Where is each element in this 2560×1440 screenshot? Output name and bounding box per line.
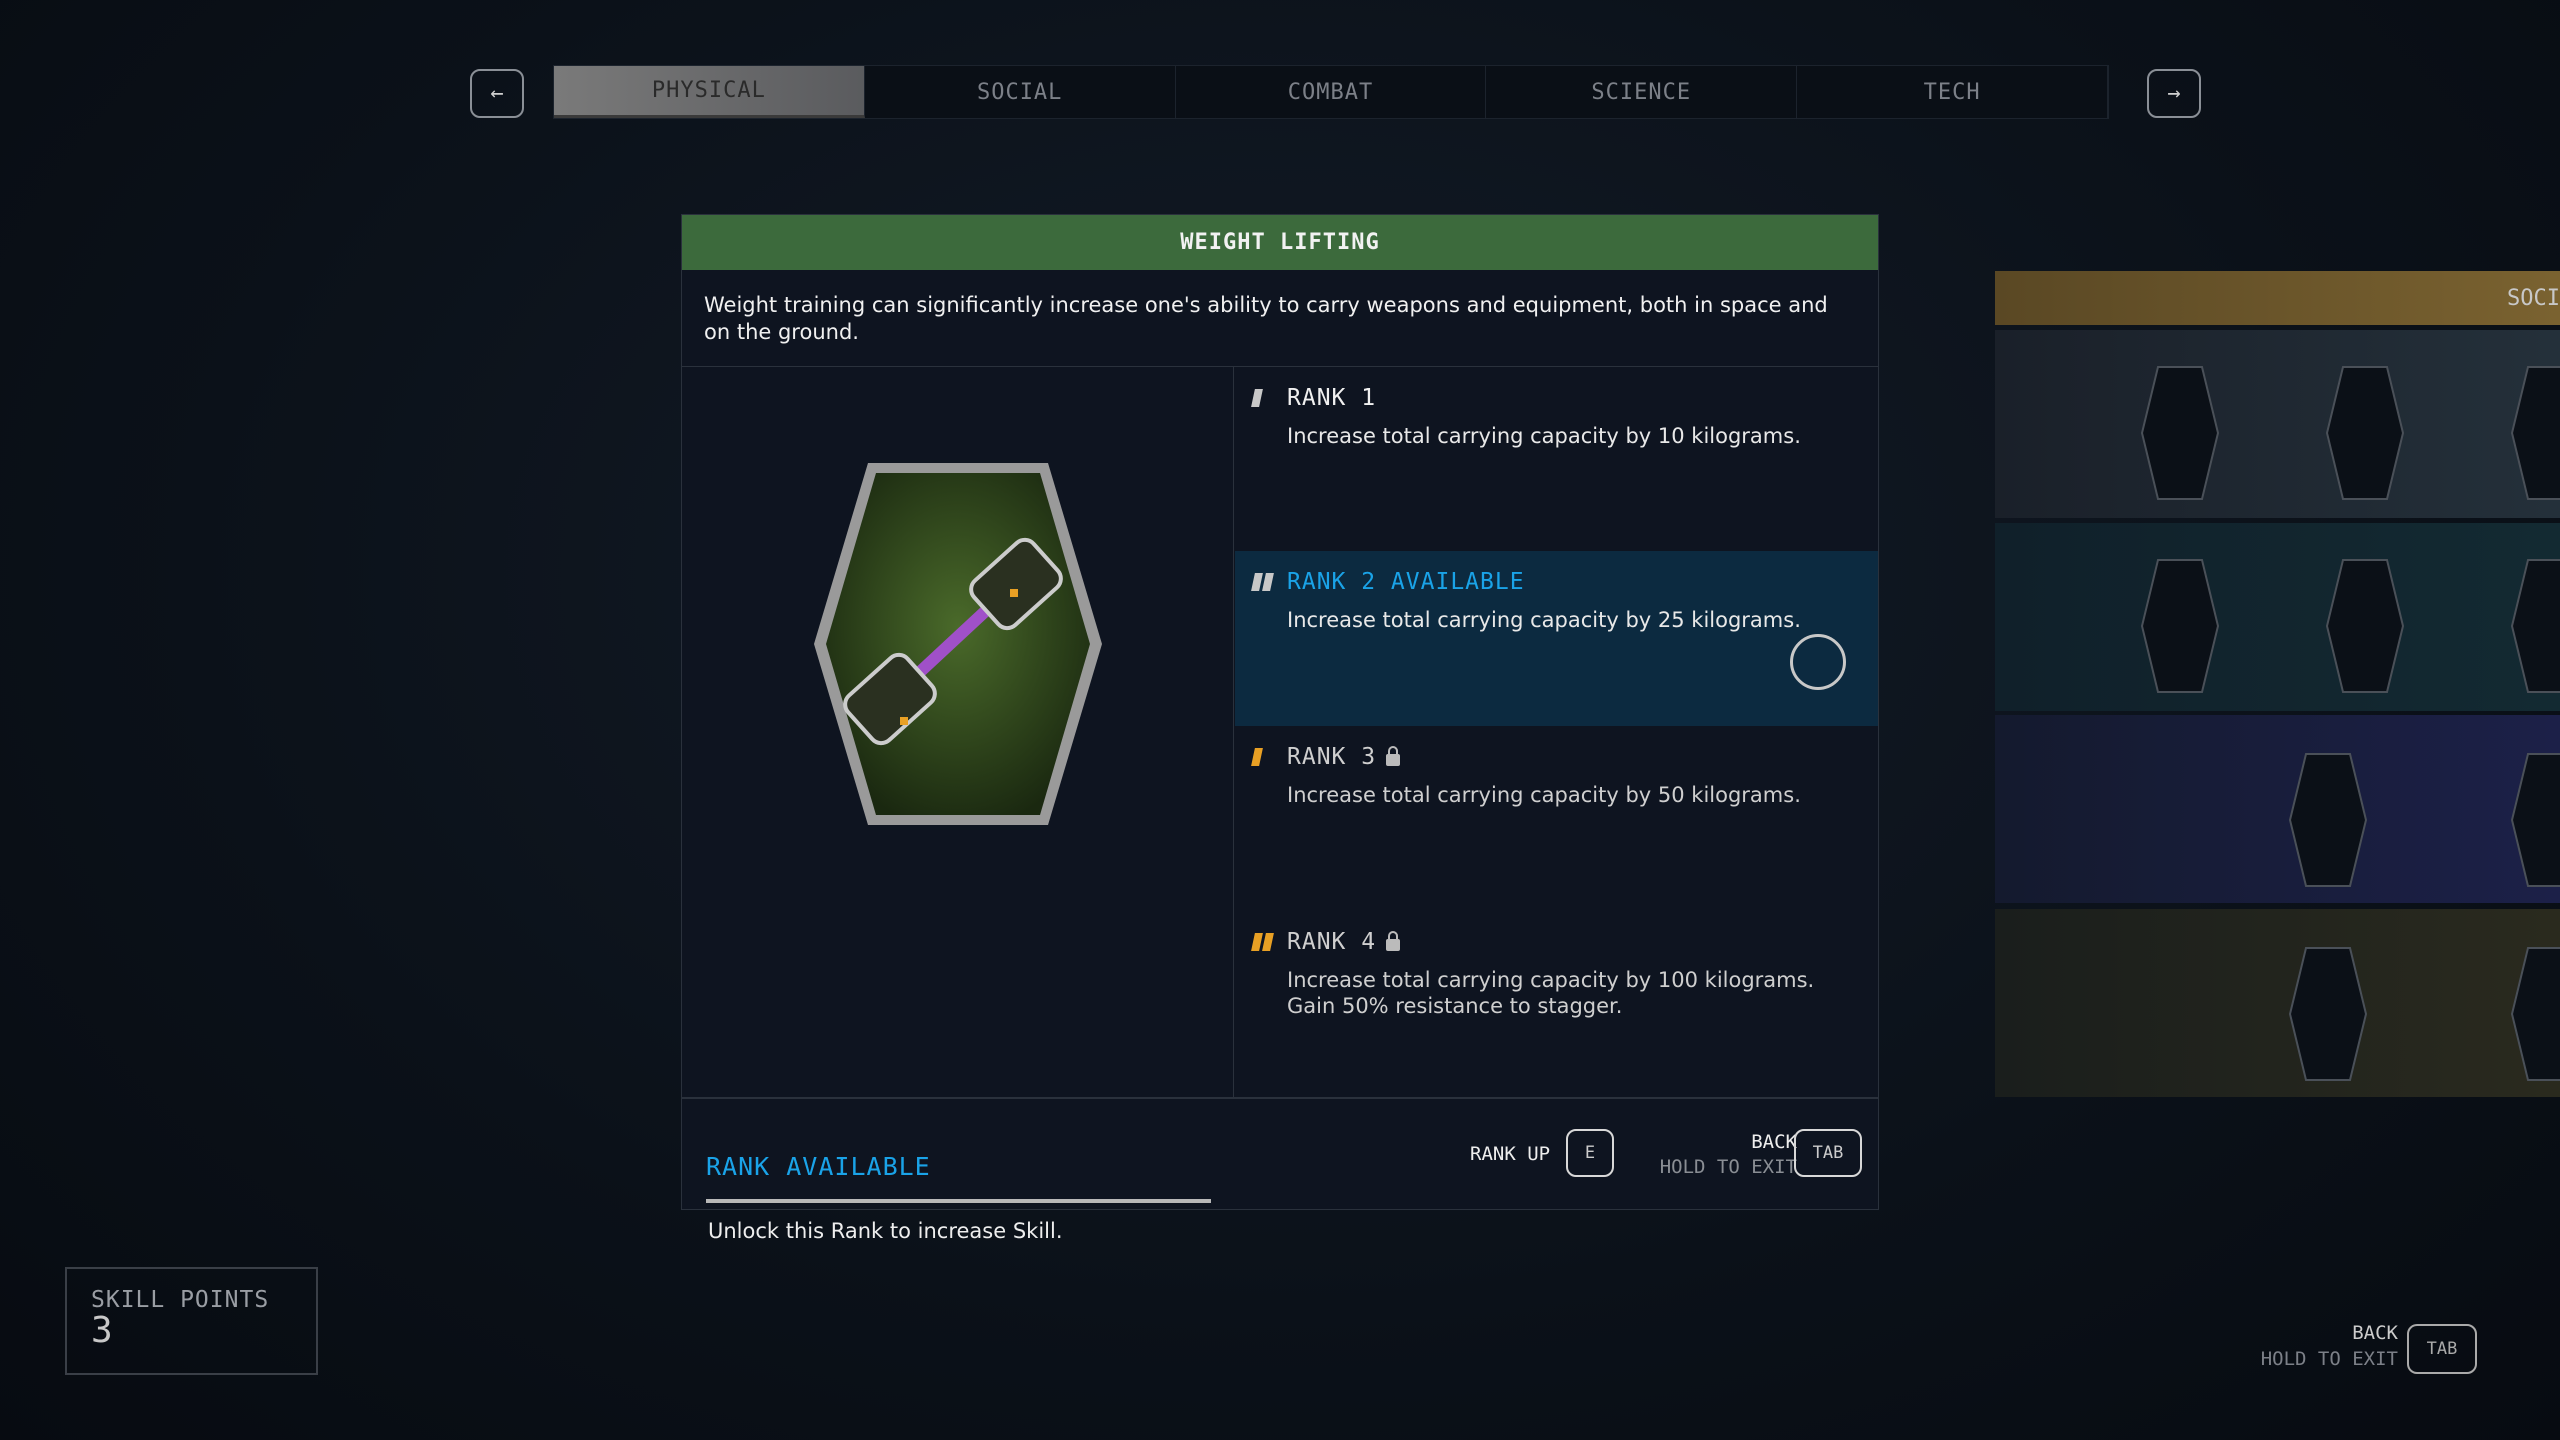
rank-up-label: RANK UP <box>1470 1143 1551 1165</box>
rank-1-row[interactable]: RANK 1 Increase total carrying capacity … <box>1235 367 1878 551</box>
skill-hex-icon <box>2510 947 2560 1081</box>
social-skill-icons <box>2140 366 2560 1081</box>
tab-combat[interactable]: COMBAT <box>1176 66 1487 118</box>
skill-hex-icon <box>2140 559 2220 693</box>
back-label: BACK <box>1751 1131 1797 1153</box>
skill-hex-icon <box>2510 559 2560 693</box>
skill-hex-icon <box>2288 947 2368 1081</box>
next-category-button[interactable]: → <box>2147 69 2201 118</box>
skill-points-box: SKILL POINTS 3 <box>65 1267 318 1375</box>
rank-1-marker-icon <box>1251 389 1263 407</box>
skill-title: WEIGHT LIFTING <box>682 215 1878 270</box>
rank-2-marker-icon <box>1251 573 1274 591</box>
back-key-button[interactable]: TAB <box>1794 1129 1862 1177</box>
rank-4-row[interactable]: RANK 4 Increase total carrying capacity … <box>1235 911 1878 1097</box>
rank-status-hint: Unlock this Rank to increase Skill. <box>708 1219 1063 1243</box>
rank-3-row[interactable]: RANK 3 Increase total carrying capacity … <box>1235 726 1878 911</box>
skill-detail-panel: WEIGHT LIFTING Weight training can signi… <box>681 214 1879 1243</box>
global-back-label: BACK <box>2352 1322 2398 1344</box>
rank-up-key-button[interactable]: E <box>1566 1129 1614 1177</box>
rank-1-title: RANK 1 <box>1287 385 1377 411</box>
previous-category-button[interactable]: ← <box>470 69 524 118</box>
category-tabs: PHYSICAL SOCIAL COMBAT SCIENCE TECH <box>553 65 2109 119</box>
arrow-right-icon: → <box>2167 81 2181 106</box>
skill-hex-icon <box>2288 753 2368 887</box>
rank-2-row[interactable]: RANK 2 AVAILABLE Increase total carrying… <box>1235 551 1878 726</box>
panel-footer: RANK UP E BACK HOLD TO EXIT TAB <box>682 1097 1878 1209</box>
rank-4-text: Increase total carrying capacity by 100 … <box>1287 968 1815 992</box>
rank-4-text-2: Gain 50% resistance to stagger. <box>1287 994 1623 1018</box>
global-back-key-button[interactable]: TAB <box>2407 1324 2477 1374</box>
social-skill-tree-preview[interactable]: SOCI <box>1995 271 2560 1098</box>
skill-badge-column: RANK AVAILABLE Unlock this Rank to incre… <box>682 367 1234 1243</box>
skill-hex-icon <box>2325 559 2405 693</box>
arrow-left-icon: ← <box>490 81 504 106</box>
rank-3-text: Increase total carrying capacity by 50 k… <box>1287 783 1801 807</box>
skill-hex-icon <box>2140 366 2220 500</box>
rank-4-title: RANK 4 <box>1287 929 1377 955</box>
skill-hex-icon <box>2510 753 2560 887</box>
lock-icon <box>1386 931 1401 951</box>
hold-to-exit-label: HOLD TO EXIT <box>1659 1156 1797 1178</box>
rank-4-marker-icon <box>1251 933 1274 951</box>
rank-2-text: Increase total carrying capacity by 25 k… <box>1287 608 1801 632</box>
tab-social[interactable]: SOCIAL <box>865 66 1176 118</box>
skill-description: Weight training can significantly increa… <box>682 270 1878 367</box>
skill-hex-icon <box>2325 366 2405 500</box>
rank-3-marker-icon <box>1251 748 1263 766</box>
lock-icon <box>1386 746 1401 766</box>
rank-2-title: RANK 2 AVAILABLE <box>1287 569 1525 595</box>
tab-tech[interactable]: TECH <box>1797 66 2108 118</box>
tab-physical[interactable]: PHYSICAL <box>554 66 865 118</box>
skill-hex-icon <box>2510 366 2560 500</box>
weight-lifting-badge-icon <box>814 463 1102 825</box>
skill-points-label: SKILL POINTS <box>91 1287 270 1313</box>
rank-3-title: RANK 3 <box>1287 744 1377 770</box>
skill-points-value: 3 <box>91 1310 113 1351</box>
global-hold-to-exit-label: HOLD TO EXIT <box>2260 1348 2398 1370</box>
rank-1-text: Increase total carrying capacity by 10 k… <box>1287 424 1801 448</box>
tab-science[interactable]: SCIENCE <box>1486 66 1798 118</box>
cursor-ring-icon <box>1790 634 1846 690</box>
